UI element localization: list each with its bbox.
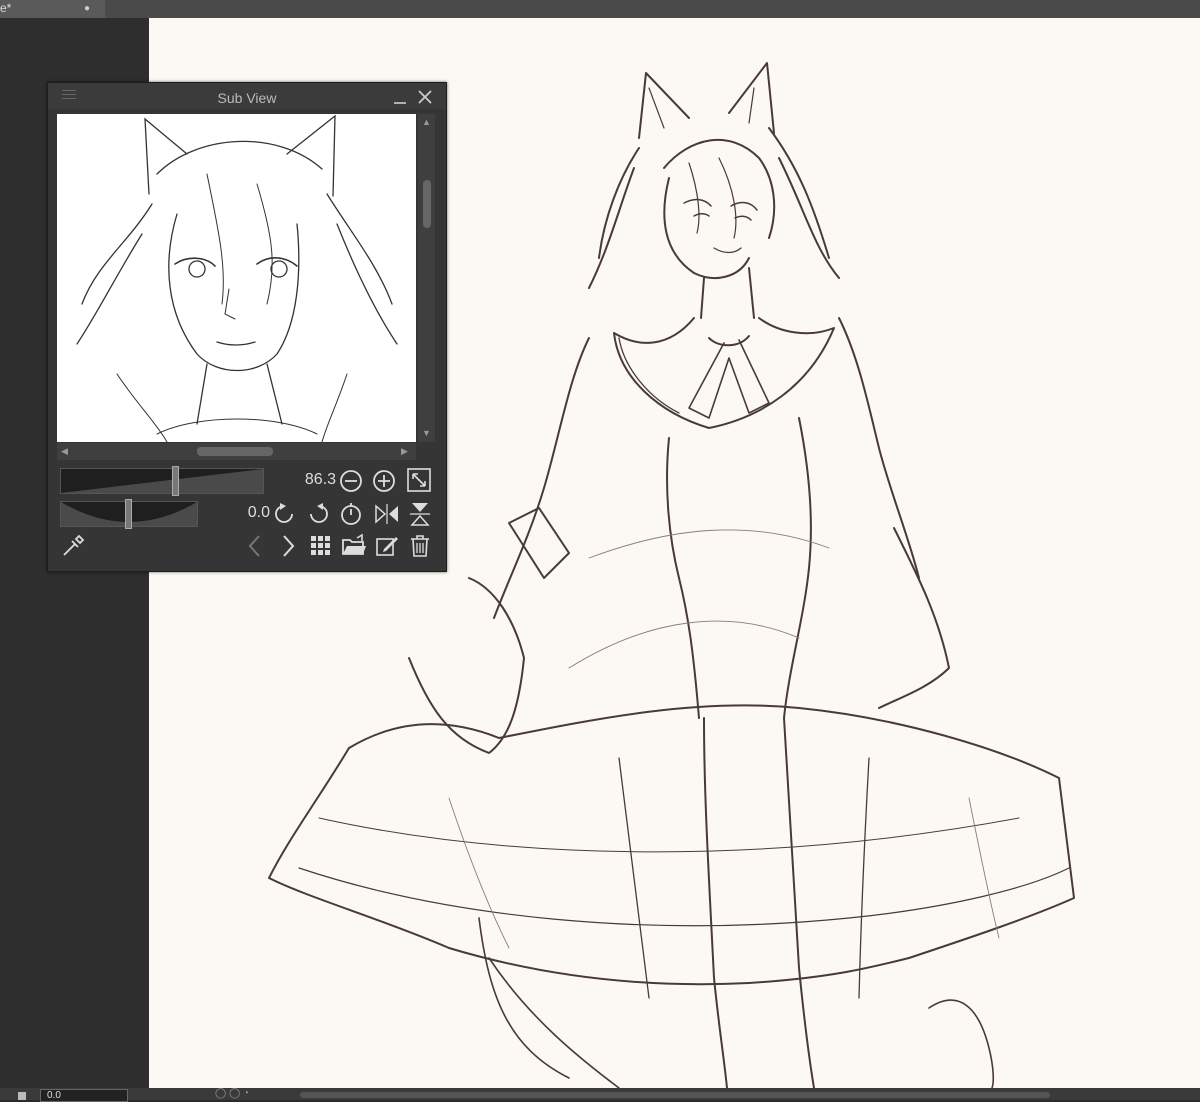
reset-rotation-icon[interactable] [338,501,364,527]
sub-view-titlebar[interactable]: Sub View [48,83,446,109]
scroll-down-icon[interactable]: ▼ [422,428,431,438]
open-folder-icon[interactable] [341,533,367,559]
chevron-right-icon[interactable] [275,533,301,559]
scroll-left-icon[interactable]: ◀ [61,446,68,457]
scroll-up-icon[interactable]: ▲ [422,117,431,127]
rotate-right-icon[interactable] [305,501,331,527]
reference-sketch [76,114,398,442]
preview-horizontal-scrollbar[interactable]: ◀ ▶ [57,443,416,460]
rotate-left-icon[interactable] [272,501,298,527]
status-zoom-field[interactable]: 0.0 [40,1089,128,1102]
preview-vertical-scrollbar[interactable]: ▲ ▼ [418,114,435,442]
flip-horizontal-icon[interactable] [374,501,400,527]
zoom-slider-thumb[interactable] [172,466,179,496]
eyedropper-icon[interactable] [60,533,86,559]
edit-icon[interactable] [374,533,400,559]
minimize-icon[interactable] [392,90,408,106]
zoom-value[interactable]: 86.3 [286,471,336,489]
zoom-out-icon[interactable] [338,468,364,494]
document-tab-title: e* [0,1,12,15]
status-bar: 0.0 ◯ ◯ ◔ [0,1088,1200,1102]
document-tab-bar: e* ● [0,0,1200,18]
rotation-slider-thumb[interactable] [125,499,132,529]
reference-image-preview[interactable] [57,114,416,442]
rotation-value[interactable]: 0.0 [226,504,270,522]
navigator-toggle-icon[interactable] [18,1092,26,1100]
chevron-left-icon[interactable] [242,533,268,559]
preview-horizontal-scroll-thumb[interactable] [197,447,273,456]
unsaved-indicator-icon: ● [84,3,91,14]
scroll-right-icon[interactable]: ▶ [401,446,408,457]
sub-view-title: Sub View [217,90,277,106]
preview-vertical-scroll-thumb[interactable] [423,180,431,228]
trash-icon[interactable] [407,533,433,559]
close-icon[interactable] [416,88,434,106]
document-tab[interactable]: e* ● [0,0,105,18]
horizontal-scrollbar[interactable] [300,1092,1050,1098]
fit-to-window-icon[interactable] [406,467,432,493]
flip-vertical-icon[interactable] [407,501,433,527]
grid-icon[interactable] [308,533,334,559]
sub-view-panel: Sub View ▲ ▼ ◀ ▶ 86.3 0.0 [47,82,447,572]
status-zoom-icons[interactable]: ◯ ◯ ◔ [215,1088,249,1099]
zoom-in-icon[interactable] [371,468,397,494]
zoom-slider[interactable] [60,468,264,494]
